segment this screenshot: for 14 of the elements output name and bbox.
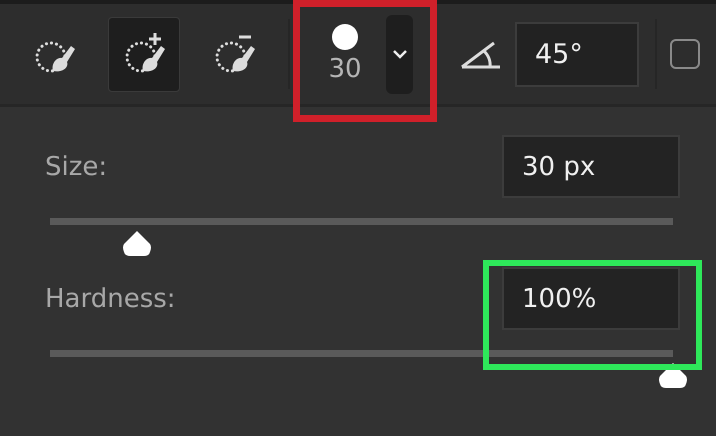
value-field[interactable]: 100% xyxy=(502,267,680,330)
brush-size: 30 xyxy=(328,54,362,84)
angle-icon xyxy=(460,39,502,69)
slider-label: Hardness: xyxy=(45,284,176,314)
value-field[interactable]: 30 px xyxy=(502,135,680,198)
add-selection-tool[interactable] xyxy=(108,16,180,92)
slider-label: Size: xyxy=(45,152,108,182)
angle-field[interactable]: 45° xyxy=(515,22,639,86)
chevron-icon xyxy=(392,49,408,59)
slider-thumb[interactable] xyxy=(122,230,152,257)
brush-tip-icon xyxy=(332,24,358,50)
checkbox[interactable] xyxy=(670,39,700,69)
slider-thumb[interactable] xyxy=(658,362,688,389)
brush-picker-dropdown[interactable] xyxy=(386,14,413,94)
